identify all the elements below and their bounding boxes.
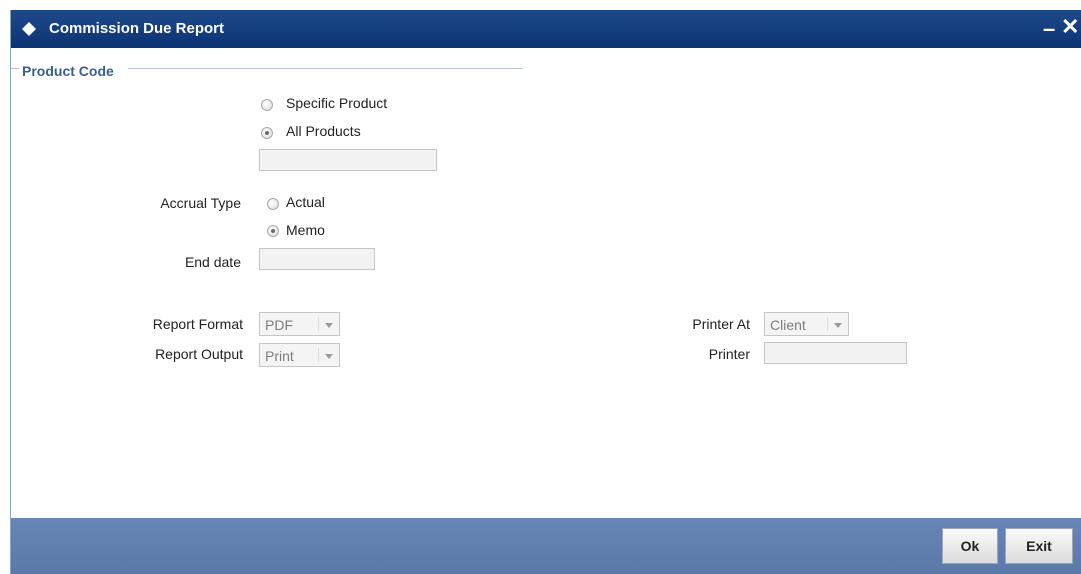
all-products-label: All Products [286,123,361,139]
printer-at-value: Client [770,317,806,333]
end-date-label: End date [184,254,241,270]
select-divider [318,317,319,331]
section-divider [128,68,523,69]
actual-radio[interactable] [267,198,279,210]
product-code-input[interactable] [259,149,437,171]
window-title: Commission Due Report [49,20,225,37]
diamond-icon [22,22,36,36]
chevron-down-icon [325,354,333,359]
printer-label: Printer [708,346,750,362]
printer-at-select[interactable]: Client [764,312,849,336]
chevron-down-icon [325,323,333,328]
all-products-radio[interactable] [261,127,273,139]
footer-bar: Ok Exit [11,518,1081,574]
chevron-down-icon [834,323,842,328]
report-output-value: Print [265,348,294,364]
memo-radio[interactable] [267,225,279,237]
product-code-section-title: Product Code [22,63,114,79]
select-divider [318,348,319,362]
ok-button[interactable]: Ok [942,528,998,564]
section-divider-left [11,68,19,69]
printer-at-label: Printer At [692,316,750,332]
specific-product-radio[interactable] [261,99,273,111]
printer-input[interactable] [764,342,907,364]
memo-label: Memo [286,222,325,238]
close-icon[interactable]: ✕ [1061,14,1079,40]
report-format-value: PDF [265,317,293,333]
minimize-icon[interactable]: – [1043,16,1055,42]
report-format-select[interactable]: PDF [259,312,340,336]
report-output-label: Report Output [155,346,243,362]
actual-label: Actual [286,194,325,210]
end-date-input[interactable] [259,248,375,270]
report-output-select[interactable]: Print [259,343,340,367]
title-bar: Commission Due Report – ✕ [11,10,1081,48]
specific-product-label: Specific Product [286,95,388,111]
report-format-label: Report Format [152,316,243,332]
select-divider [827,317,828,331]
accrual-type-label: Accrual Type [160,195,241,211]
exit-button[interactable]: Exit [1005,528,1073,564]
commission-due-report-window: Commission Due Report – ✕ Product Code S… [10,10,1081,574]
